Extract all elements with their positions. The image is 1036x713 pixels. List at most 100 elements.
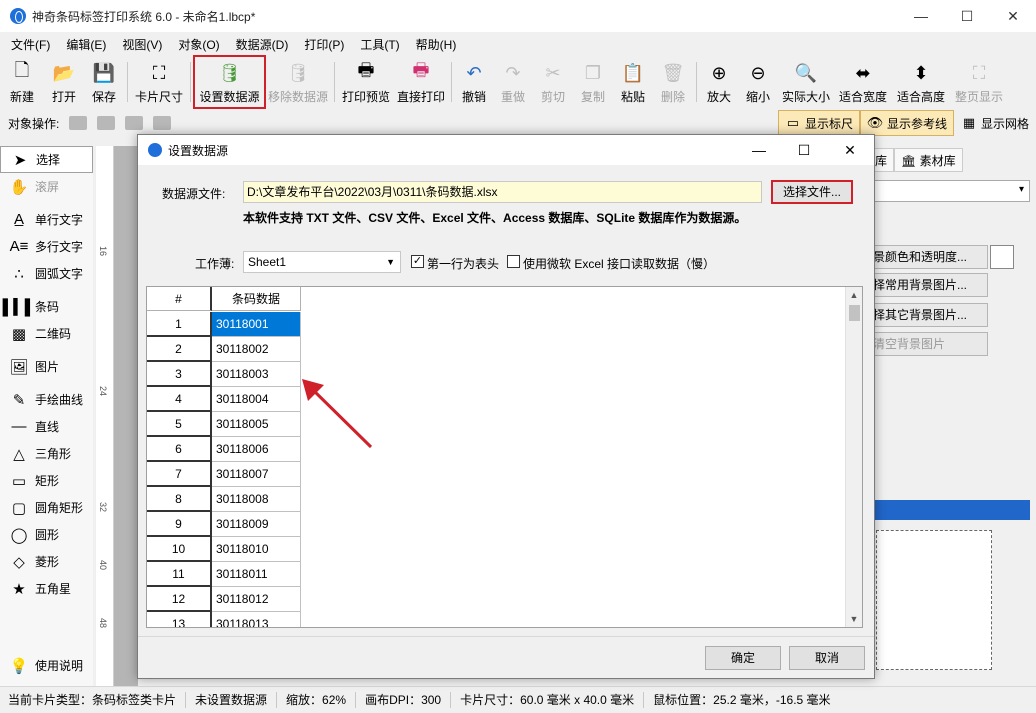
common-bg-image-button[interactable]: 择常用背景图片...	[868, 273, 988, 297]
redo-button[interactable]: ↷ 重做	[493, 56, 533, 108]
set-datasource-button[interactable]: 🛢 设置数据源	[193, 55, 266, 109]
menu-edit[interactable]: 编辑(E)	[58, 35, 114, 55]
choose-file-button[interactable]: 选择文件...	[771, 180, 853, 204]
table-row[interactable]: 1 30118001	[147, 312, 301, 337]
bg-color-button[interactable]: 景颜色和透明度...	[868, 245, 988, 269]
open-button[interactable]: 📂 打开	[44, 56, 84, 108]
row-index-cell[interactable]: 2	[147, 337, 212, 362]
sheet-select[interactable]: Sheet1 ▼	[243, 251, 401, 273]
barcode-cell[interactable]: 30118004	[212, 387, 301, 412]
table-row[interactable]: 7 30118007	[147, 462, 301, 487]
row-index-cell[interactable]: 5	[147, 412, 212, 437]
undo-button[interactable]: ↶ 撤销	[455, 56, 493, 108]
barcode-cell[interactable]: 30118013	[212, 612, 301, 627]
row-index-cell[interactable]: 9	[147, 512, 212, 537]
table-row[interactable]: 4 30118004	[147, 387, 301, 412]
dialog-close-button[interactable]: ✕	[827, 135, 873, 165]
new-button[interactable]: 🗋 新建	[0, 56, 44, 108]
layer-icon[interactable]	[69, 116, 88, 130]
table-row[interactable]: 12 30118012	[147, 587, 301, 612]
dialog-maximize-button[interactable]: ☐	[781, 135, 827, 165]
clear-bg-image-button[interactable]: 清空背景图片	[868, 332, 988, 356]
zoom-out-button[interactable]: ⊖ 缩小	[738, 56, 778, 108]
help-button[interactable]: 💡 使用说明	[0, 652, 93, 679]
dialog-minimize-button[interactable]: —	[736, 135, 782, 165]
menu-view[interactable]: 视图(V)	[114, 35, 170, 55]
barcode-cell[interactable]: 30118006	[212, 437, 301, 462]
tool-circle[interactable]: ◯ 圆形	[0, 521, 93, 548]
row-index-cell[interactable]: 1	[147, 312, 212, 337]
row-index-cell[interactable]: 7	[147, 462, 212, 487]
fit-width-button[interactable]: ⬌ 适合宽度	[834, 56, 892, 108]
cancel-button[interactable]: 取消	[789, 646, 865, 670]
column-header-barcode[interactable]: 条码数据	[212, 287, 301, 311]
table-row[interactable]: 13 30118013	[147, 612, 301, 627]
canvas-area[interactable]	[114, 146, 138, 686]
row-index-cell[interactable]: 6	[147, 437, 212, 462]
scroll-thumb[interactable]	[849, 305, 860, 321]
barcode-cell[interactable]: 30118009	[212, 512, 301, 537]
table-row[interactable]: 11 30118011	[147, 562, 301, 587]
tool-arc-text[interactable]: ∴ 圆弧文字	[0, 260, 93, 287]
print-preview-button[interactable]: 🖶 打印预览	[338, 56, 394, 108]
row-index-cell[interactable]: 4	[147, 387, 212, 412]
scroll-down-icon[interactable]: ▼	[846, 611, 862, 627]
barcode-cell[interactable]: 30118003	[212, 362, 301, 387]
close-button[interactable]: ✕	[990, 0, 1036, 32]
other-bg-image-button[interactable]: 择其它背景图片...	[868, 303, 988, 327]
show-guides-toggle[interactable]: 👁 显示参考线	[859, 110, 954, 136]
tool-triangle[interactable]: △ 三角形	[0, 440, 93, 467]
layer-icon[interactable]	[153, 116, 172, 130]
remove-datasource-button[interactable]: 🛢 移除数据源	[265, 56, 331, 108]
barcode-cell[interactable]: 30118010	[212, 537, 301, 562]
save-button[interactable]: 💾 保存	[84, 56, 124, 108]
row-index-cell[interactable]: 3	[147, 362, 212, 387]
table-row[interactable]: 5 30118005	[147, 412, 301, 437]
menu-print[interactable]: 打印(P)	[296, 35, 352, 55]
tool-qrcode[interactable]: ▩ 二维码	[0, 320, 93, 347]
tool-diamond[interactable]: ◇ 菱形	[0, 548, 93, 575]
row-index-cell[interactable]: 12	[147, 587, 212, 612]
scroll-up-icon[interactable]: ▲	[846, 287, 862, 303]
first-row-header-checkbox[interactable]: ✓	[411, 255, 424, 268]
column-header-index[interactable]: #	[147, 287, 212, 311]
minimize-button[interactable]: —	[898, 0, 944, 32]
barcode-cell[interactable]: 30118001	[212, 312, 301, 337]
row-index-cell[interactable]: 13	[147, 612, 212, 627]
tool-single-text[interactable]: A̲ 单行文字	[0, 206, 93, 233]
barcode-cell[interactable]: 30118008	[212, 487, 301, 512]
show-ruler-toggle[interactable]: ▭ 显示标尺	[777, 110, 860, 136]
table-row[interactable]: 10 30118010	[147, 537, 301, 562]
zoom-in-button[interactable]: ⊕ 放大	[700, 56, 738, 108]
barcode-cell[interactable]: 30118011	[212, 562, 301, 587]
menu-file[interactable]: 文件(F)	[0, 35, 58, 55]
menu-datasource[interactable]: 数据源(D)	[228, 35, 297, 55]
copy-button[interactable]: ❐ 复制	[573, 56, 613, 108]
tool-rectangle[interactable]: ▭ 矩形	[0, 467, 93, 494]
maximize-button[interactable]: ☐	[944, 0, 990, 32]
menu-object[interactable]: 对象(O)	[170, 35, 227, 55]
row-index-cell[interactable]: 8	[147, 487, 212, 512]
menu-tools[interactable]: 工具(T)	[352, 35, 407, 55]
datasource-file-input[interactable]: D:\文章发布平台\2022\03月\0311\条码数据.xlsx	[243, 181, 762, 203]
table-row[interactable]: 6 30118006	[147, 437, 301, 462]
barcode-cell[interactable]: 30118012	[212, 587, 301, 612]
delete-button[interactable]: 🗑 删除	[653, 56, 693, 108]
use-ms-excel-checkbox[interactable]	[507, 255, 520, 268]
row-index-cell[interactable]: 10	[147, 537, 212, 562]
tool-image[interactable]: 🖼 图片	[0, 353, 93, 380]
table-row[interactable]: 8 30118008	[147, 487, 301, 512]
paste-button[interactable]: 📋 粘贴	[613, 56, 653, 108]
row-index-cell[interactable]: 11	[147, 562, 212, 587]
tool-multi-text[interactable]: A≡ 多行文字	[0, 233, 93, 260]
actual-size-button[interactable]: 🔍 实际大小	[778, 56, 834, 108]
cut-button[interactable]: ✂ 剪切	[533, 56, 573, 108]
tool-barcode[interactable]: ▌▍▌ 条码	[0, 293, 93, 320]
tool-star[interactable]: ★ 五角星	[0, 575, 93, 602]
tool-select[interactable]: ➤ 选择	[0, 146, 93, 173]
direct-print-button[interactable]: 🖶 直接打印	[394, 56, 448, 108]
layer-icon[interactable]	[125, 116, 144, 130]
tool-scroll[interactable]: ✋ 滚屏	[0, 173, 93, 200]
barcode-cell[interactable]: 30118005	[212, 412, 301, 437]
ok-button[interactable]: 确定	[705, 646, 781, 670]
